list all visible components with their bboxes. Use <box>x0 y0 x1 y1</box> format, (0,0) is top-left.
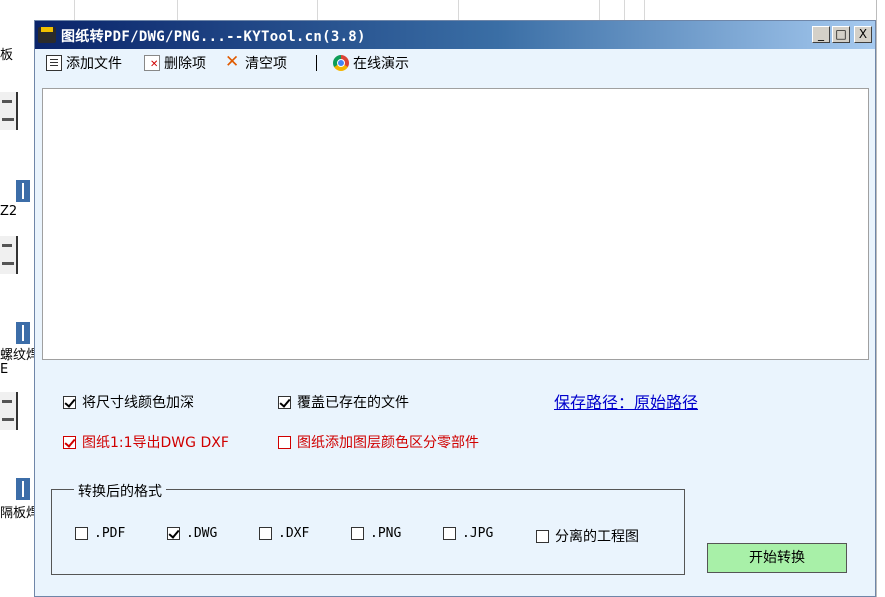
format-separate-drawing-label: 分离的工程图 <box>555 529 639 545</box>
online-demo-button[interactable]: 在线演示 <box>333 54 409 72</box>
background-file-icon <box>16 180 30 202</box>
export-1to1-label: 图纸1:1导出DWG DXF <box>82 435 229 451</box>
background-top-strip <box>34 0 885 20</box>
format-jpg-label: .JPG <box>462 526 494 541</box>
format-dxf-label: .DXF <box>278 526 310 541</box>
overwrite-existing-option[interactable]: 覆盖已存在的文件 <box>278 392 409 412</box>
format-separate-drawing-checkbox[interactable] <box>536 529 549 543</box>
clear-items-label: 清空项 <box>245 56 287 72</box>
overwrite-existing-label: 覆盖已存在的文件 <box>297 395 409 411</box>
format-dwg-label: .DWG <box>186 526 218 541</box>
close-button[interactable]: X <box>854 26 872 43</box>
format-dwg-checkbox[interactable] <box>167 527 180 540</box>
deepen-dimension-color-checkbox[interactable] <box>63 395 76 409</box>
window-title: 图纸转PDF/DWG/PNG...--KYTool.cn(3.8) <box>61 29 366 45</box>
format-dxf-option[interactable]: .DXF <box>259 526 309 541</box>
add-file-label: 添加文件 <box>66 56 122 72</box>
layer-color-parts-label: 图纸添加图层颜色区分零部件 <box>297 435 479 451</box>
format-dxf-checkbox[interactable] <box>259 527 272 540</box>
add-file-icon <box>46 55 62 71</box>
format-pdf-option[interactable]: .PDF <box>75 526 125 541</box>
format-jpg-option[interactable]: .JPG <box>443 526 493 541</box>
deepen-dimension-color-option[interactable]: 将尺寸线颜色加深 <box>63 392 194 412</box>
background-file-icon <box>16 478 30 500</box>
layer-color-parts-checkbox[interactable] <box>278 435 291 449</box>
format-png-checkbox[interactable] <box>351 527 364 540</box>
background-thumbnail <box>0 392 18 432</box>
format-jpg-checkbox[interactable] <box>443 527 456 540</box>
background-right-strip <box>876 0 885 597</box>
background-thumbnail <box>0 236 18 276</box>
format-dwg-option[interactable]: .DWG <box>167 526 217 541</box>
overwrite-existing-checkbox[interactable] <box>278 395 291 409</box>
layer-color-parts-option[interactable]: 图纸添加图层颜色区分零部件 <box>278 432 479 452</box>
background-thumbnail <box>0 92 18 132</box>
export-1to1-checkbox[interactable] <box>63 435 76 449</box>
background-file-icon <box>16 322 30 344</box>
app-window: 图纸转PDF/DWG/PNG...--KYTool.cn(3.8) _ □ X … <box>34 20 876 597</box>
app-logo-icon <box>38 27 56 43</box>
file-list[interactable] <box>42 88 869 360</box>
format-pdf-label: .PDF <box>94 526 126 541</box>
format-group-title: 转换后的格式 <box>74 481 166 501</box>
format-separate-drawing-option[interactable]: 分离的工程图 <box>536 526 639 546</box>
clear-x-icon <box>225 52 241 72</box>
background-label: 板 <box>0 48 14 63</box>
background-label: Z2 <box>0 204 18 219</box>
start-conversion-button[interactable]: 开始转换 <box>707 543 847 573</box>
format-png-option[interactable]: .PNG <box>351 526 401 541</box>
chrome-browser-icon <box>333 55 349 71</box>
format-png-label: .PNG <box>370 526 402 541</box>
minimize-button[interactable]: _ <box>812 26 830 43</box>
delete-file-icon <box>144 55 160 71</box>
online-demo-label: 在线演示 <box>353 56 409 72</box>
delete-item-label: 删除项 <box>164 56 206 72</box>
deepen-dimension-color-label: 将尺寸线颜色加深 <box>82 395 194 411</box>
toolbar-separator <box>316 55 317 71</box>
export-1to1-option[interactable]: 图纸1:1导出DWG DXF <box>63 432 229 452</box>
delete-item-button[interactable]: 删除项 <box>144 54 206 72</box>
toolbar: 添加文件 删除项 清空项 在线演示 <box>35 49 875 77</box>
format-pdf-checkbox[interactable] <box>75 527 88 540</box>
clear-items-button[interactable]: 清空项 <box>225 52 287 72</box>
title-bar[interactable]: 图纸转PDF/DWG/PNG...--KYTool.cn(3.8) _ □ X <box>35 21 875 49</box>
background-label: E <box>0 362 9 377</box>
add-file-button[interactable]: 添加文件 <box>46 54 122 72</box>
save-path-link[interactable]: 保存路径：原始路径 <box>554 389 698 413</box>
maximize-button[interactable]: □ <box>832 26 850 43</box>
background-file-strip: 板 Z2 螺纹焊 E 隔板焊 <box>0 0 39 597</box>
